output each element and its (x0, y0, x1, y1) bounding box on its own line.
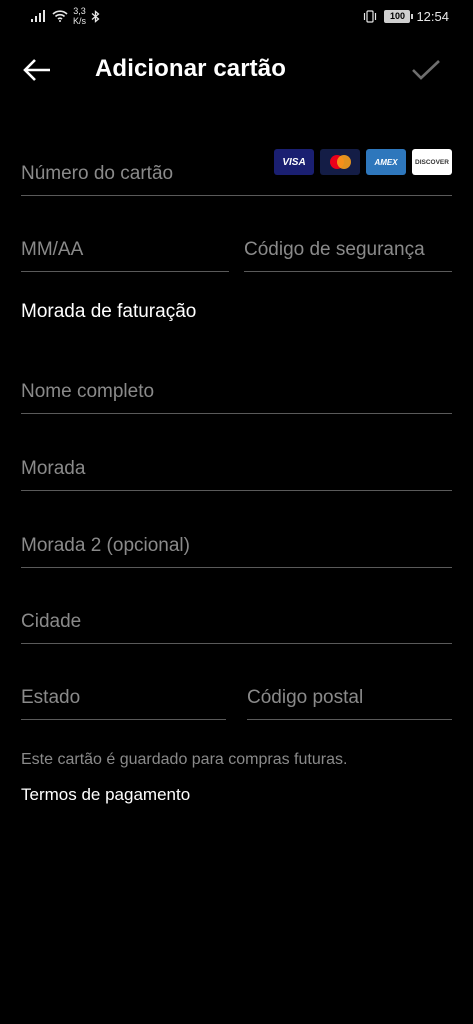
address2-input[interactable] (21, 531, 452, 561)
address-input[interactable] (21, 454, 452, 484)
signal-icon (31, 10, 45, 22)
city-input[interactable] (21, 607, 452, 637)
network-speed: 3,3 K/s (73, 6, 86, 26)
visa-logo: VISA (274, 149, 314, 175)
card-brand-logos: VISA AMEX DISCOVER (274, 149, 452, 175)
security-code-field (244, 226, 452, 272)
postal-code-input[interactable] (247, 683, 452, 713)
network-speed-value: 3,3 (73, 6, 86, 16)
status-bar: 3,3 K/s 100 12:54 (0, 0, 473, 34)
network-speed-unit: K/s (73, 16, 87, 26)
postal-code-field (247, 674, 452, 720)
wifi-icon (52, 10, 68, 22)
state-input[interactable] (21, 683, 226, 713)
state-field (21, 674, 226, 720)
confirm-button[interactable] (406, 52, 446, 88)
address-field (21, 445, 452, 491)
check-icon (412, 60, 440, 80)
address2-field (21, 522, 452, 568)
security-code-input[interactable] (244, 235, 452, 265)
city-field (21, 598, 452, 644)
arrow-left-icon (23, 59, 50, 81)
status-left: 3,3 K/s (31, 6, 100, 26)
save-card-note: Este cartão é guardado para compras futu… (21, 751, 348, 768)
full-name-input[interactable] (21, 377, 452, 407)
billing-section-title: Morada de faturação (21, 301, 197, 322)
expiry-field (21, 226, 229, 272)
bluetooth-icon (91, 9, 100, 23)
battery-icon: 100 (384, 10, 414, 23)
payment-terms-link[interactable]: Termos de pagamento (21, 785, 190, 805)
status-time: 12:54 (416, 9, 449, 24)
page-title: Adicionar cartão (95, 55, 286, 82)
amex-logo: AMEX (366, 149, 406, 175)
full-name-field (21, 368, 452, 414)
battery-level: 100 (389, 11, 405, 21)
discover-logo: DISCOVER (412, 149, 452, 175)
status-right: 100 12:54 (362, 9, 449, 24)
vibrate-icon (364, 10, 377, 23)
back-button[interactable] (18, 52, 56, 88)
expiry-input[interactable] (21, 235, 229, 265)
mastercard-logo (320, 149, 360, 175)
